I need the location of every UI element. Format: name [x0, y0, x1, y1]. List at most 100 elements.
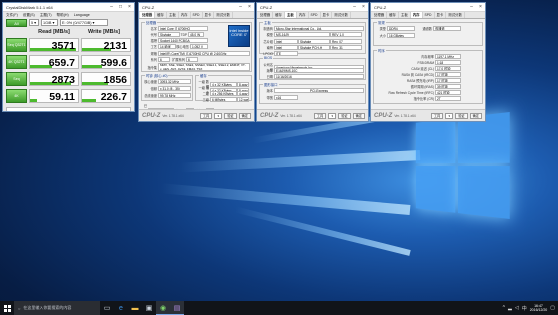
tab-graphics[interactable]: 显卡 — [321, 12, 333, 18]
start-button[interactable] — [0, 301, 14, 315]
clocks-group: 时钟 (核心 #0) 核心速度 3093.32 MHz 倍频 x 31.0 (8 -… — [141, 73, 193, 101]
benchmark-row: Seq 2873 1856 — [3, 71, 134, 87]
cpuz-titlebar[interactable]: CPU-Z – × — [371, 3, 485, 12]
close-icon[interactable]: × — [359, 3, 368, 11]
tab-memory[interactable]: 内存 — [297, 12, 309, 18]
test-button[interactable]: 4K Q32T1 — [6, 55, 27, 69]
minimize-icon[interactable]: – — [467, 3, 476, 11]
comment-field[interactable] — [6, 107, 131, 111]
memory-size-value: 16 GBytes — [387, 33, 415, 38]
tab-graphics[interactable]: 显卡 — [435, 12, 447, 18]
wallpaper-beam — [234, 206, 411, 256]
tab-memory[interactable]: 内存 — [410, 12, 423, 18]
ok-button[interactable]: 确定 — [469, 112, 482, 119]
benchmark-row: 4K Q32T1 659.7 599.6 — [3, 54, 134, 70]
intel-logo: intel inside CORE i7 — [228, 25, 250, 47]
network-icon[interactable]: ▂ — [508, 305, 512, 311]
ok-button[interactable]: 确定 — [238, 112, 251, 119]
channel-value: 双通道 — [433, 26, 461, 31]
chevron-down-icon: ▾ — [92, 20, 95, 25]
cpuz-taskbar-icon[interactable]: ▤ — [170, 301, 184, 315]
family-value: 6 — [158, 57, 170, 62]
run-all-button[interactable]: All — [6, 18, 27, 27]
menu-language[interactable]: Language — [74, 12, 90, 18]
tab-bench[interactable]: 测试分数 — [332, 12, 351, 18]
tab-mainboard[interactable]: 主板 — [167, 12, 179, 18]
store-icon[interactable]: ▣ — [142, 301, 156, 315]
task-view-icon[interactable]: ▭ — [100, 301, 114, 315]
tab-caches[interactable]: 缓存 — [273, 12, 285, 18]
tools-button[interactable]: 工具 — [199, 112, 213, 119]
notification-icon[interactable]: ▢ — [550, 305, 555, 311]
cpuz-footer: CPU-Z Ver. 1.78.1.x64 工具 ▾ 验证 确定 — [371, 109, 485, 121]
clock[interactable]: 16:47 2016/12/20 — [530, 304, 548, 312]
crystaldiskmark-window: CrystalDiskMark 5.1.1 x64 – □ × 文件(F) 设置… — [2, 2, 135, 112]
menu-file[interactable]: 文件(F) — [6, 12, 18, 18]
tab-bench[interactable]: 测试分数 — [446, 12, 465, 18]
cpuz-titlebar[interactable]: CPU-Z – × — [257, 3, 368, 12]
drive-select[interactable]: E: 0% (0/477GiB) ▾ — [60, 19, 108, 26]
test-button[interactable]: Seq Q32T1 — [6, 38, 27, 52]
cdm-titlebar[interactable]: CrystalDiskMark 5.1.1 x64 – □ × — [3, 3, 134, 12]
write-value: 226.7 — [81, 89, 131, 103]
wallpaper-beam — [180, 150, 421, 173]
count-select[interactable]: 5 ▾ — [29, 19, 39, 26]
ok-button[interactable]: 确定 — [352, 112, 365, 119]
tab-mainboard[interactable]: 主板 — [284, 12, 297, 18]
tab-bench[interactable]: 测试分数 — [214, 12, 233, 18]
close-icon[interactable]: × — [476, 3, 485, 11]
chevron-down-icon[interactable]: ▾ — [214, 112, 223, 119]
minimize-icon[interactable]: – — [236, 3, 245, 11]
cpuz-titlebar[interactable]: CPU-Z – × — [139, 3, 254, 12]
close-icon[interactable]: × — [125, 3, 134, 11]
tab-mainboard[interactable]: 主板 — [399, 12, 411, 18]
edge-browser-icon[interactable]: e — [114, 301, 128, 315]
size-select[interactable]: 1GiB ▾ — [41, 19, 58, 26]
menu-settings[interactable]: 设置(S) — [23, 12, 35, 18]
manufacturer-value: Micro-Star International Co., Ltd. — [274, 26, 364, 31]
package-value: Socket 1440 FCBGA — [158, 38, 208, 43]
validate-button[interactable]: 验证 — [455, 112, 468, 119]
tab-caches[interactable]: 缓存 — [387, 12, 399, 18]
maximize-icon[interactable]: □ — [116, 3, 125, 11]
crystaldiskmark-taskbar-icon[interactable]: ◉ — [156, 301, 170, 315]
tab-cpu[interactable]: 处理器 — [258, 12, 274, 18]
cpuz-title: CPU-Z — [260, 4, 273, 10]
read-value: 2873 — [29, 72, 79, 86]
tab-memory[interactable]: 内存 — [179, 12, 191, 18]
cpuz-footer: CPU-Z Ver. 1.78.1.x64 工具 ▾ 验证 确定 — [139, 109, 254, 121]
minimize-icon[interactable]: – — [107, 3, 116, 11]
file-explorer-icon[interactable]: ▬ — [128, 301, 142, 315]
chevron-down-icon[interactable]: ▾ — [445, 112, 454, 119]
validate-button[interactable]: 验证 — [224, 112, 237, 119]
volume-icon[interactable]: ◁ — [515, 305, 519, 311]
ime-icon[interactable]: 中 — [522, 305, 527, 312]
tab-cpu[interactable]: 处理器 — [372, 12, 388, 18]
cpuz-title: CPU-Z — [374, 4, 387, 10]
close-icon[interactable]: × — [245, 3, 254, 11]
tools-button[interactable]: 工具 — [430, 112, 444, 119]
cpuz-memory-window: CPU-Z – × 处理器 缓存 主板 内存 SPD 显卡 测试分数 常规 类型 D… — [370, 2, 486, 122]
test-button[interactable]: 4K — [6, 89, 27, 103]
core-voltage-value: 1.052 V — [190, 44, 208, 49]
tools-button[interactable]: 工具 — [313, 112, 327, 119]
southbridge-value: Intel — [274, 45, 298, 50]
tab-graphics[interactable]: 显卡 — [203, 12, 215, 18]
chevron-down-icon: ▾ — [52, 20, 55, 25]
technology-value: 14 纳米 — [158, 44, 176, 49]
taskbar-search[interactable]: ○ 在这里输入你要搜索的内容 — [14, 301, 100, 315]
minimize-icon[interactable]: – — [350, 3, 359, 11]
tab-spd[interactable]: SPD — [423, 12, 435, 18]
test-button[interactable]: Seq — [6, 72, 27, 86]
chevron-up-icon[interactable]: ^ — [503, 305, 505, 311]
tab-cpu[interactable]: 处理器 — [140, 12, 156, 18]
tab-spd[interactable]: SPD — [191, 12, 203, 18]
ext-family-value: 6 — [186, 57, 198, 62]
menu-help[interactable]: 帮助(H) — [57, 12, 69, 18]
memory-general-group: 常规 类型 DDR4 通道数 双通道 大小 16 GBytes — [373, 20, 483, 46]
validate-button[interactable]: 验证 — [338, 112, 351, 119]
tab-caches[interactable]: 缓存 — [155, 12, 167, 18]
tab-spd[interactable]: SPD — [309, 12, 321, 18]
menu-theme[interactable]: 主题(T) — [40, 12, 52, 18]
chevron-down-icon[interactable]: ▾ — [328, 112, 337, 119]
